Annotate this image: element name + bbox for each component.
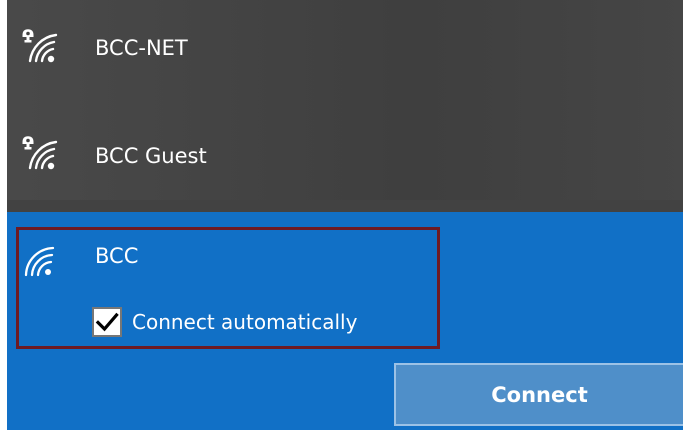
network-item-bcc-net[interactable]: BCC-NET bbox=[7, 0, 683, 100]
wifi-icon bbox=[24, 246, 55, 277]
checkmark-icon bbox=[95, 312, 119, 332]
wifi-secured-icon bbox=[22, 136, 58, 170]
connect-button[interactable]: Connect bbox=[394, 363, 683, 426]
network-item-bcc-guest[interactable]: BCC Guest bbox=[7, 106, 683, 206]
wifi-secured-icon bbox=[22, 29, 58, 63]
network-item-bcc-selected[interactable]: BCC Connect automatically Connect bbox=[7, 212, 683, 430]
connect-automatically-checkbox[interactable] bbox=[92, 307, 122, 337]
connect-automatically-option[interactable]: Connect automatically bbox=[92, 307, 357, 337]
network-name: BCC bbox=[95, 244, 139, 268]
screenshot-frame: BCC-NET BCC Guest BCC Connect automatica… bbox=[0, 0, 683, 439]
wifi-network-list: BCC-NET BCC Guest BCC Connect automatica… bbox=[7, 0, 683, 430]
network-name: BCC Guest bbox=[95, 144, 207, 168]
connect-automatically-label: Connect automatically bbox=[132, 310, 358, 334]
network-name: BCC-NET bbox=[95, 36, 188, 60]
